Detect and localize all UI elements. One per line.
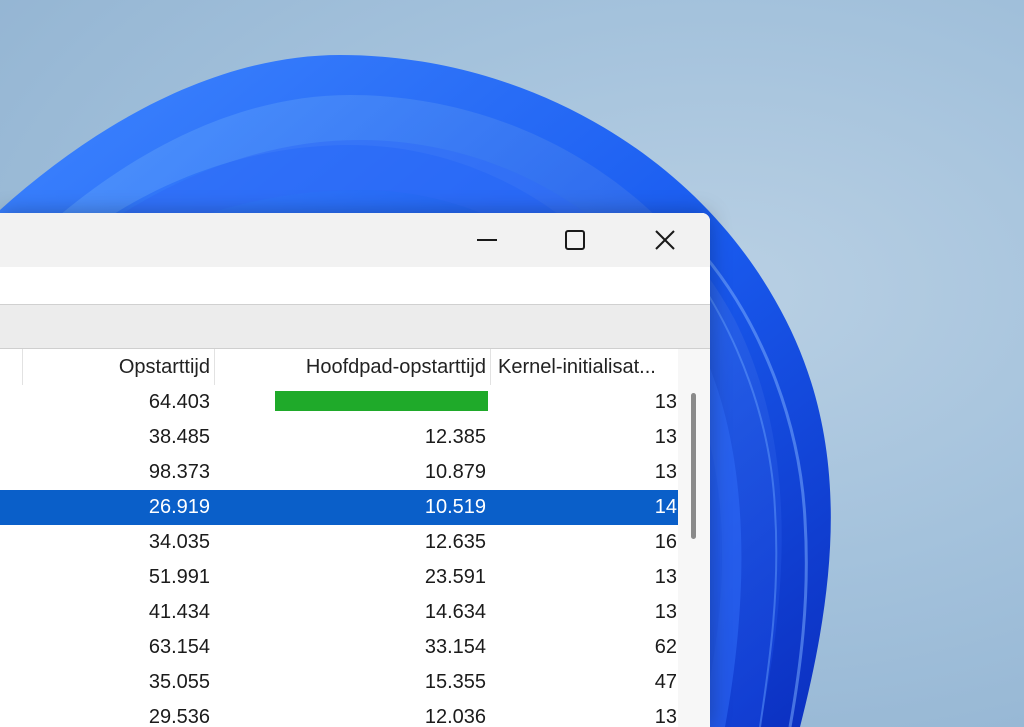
cell-opstarttijd: 38.485 xyxy=(148,426,210,448)
cell-opstarttijd: 29.536 xyxy=(148,706,210,727)
cell-kernel-initialisatie: 47 xyxy=(654,671,677,693)
cell-kernel-initialisatie: 62 xyxy=(654,636,677,658)
cell-hoofdpad-opstarttijd: 12.036 xyxy=(424,706,486,727)
table-row[interactable]: 41.434 14.634 13 xyxy=(0,595,678,630)
table-row[interactable]: 38.485 12.385 13 xyxy=(0,420,678,455)
cell-opstarttijd: 64.403 xyxy=(148,391,210,413)
cell-hoofdpad-opstarttijd: 10.879 xyxy=(424,461,486,483)
close-button[interactable] xyxy=(620,213,710,267)
cell-kernel-initialisatie: 13 xyxy=(654,461,677,483)
cell-hoofdpad-opstarttijd: 10.519 xyxy=(424,496,486,518)
data-grid: Opstarttijd Hoofdpad-opstarttijd Kernel-… xyxy=(0,349,678,727)
cell-hoofdpad-opstarttijd: 12.385 xyxy=(424,426,486,448)
vertical-scrollbar[interactable] xyxy=(678,349,710,727)
scrollbar-thumb[interactable] xyxy=(691,393,696,539)
cell-hoofdpad-opstarttijd: 14.634 xyxy=(424,601,486,623)
cell-kernel-initialisatie: 13 xyxy=(654,566,677,588)
maximize-button[interactable] xyxy=(530,213,620,267)
cell-opstarttijd: 26.919 xyxy=(148,496,210,518)
cell-kernel-initialisatie: 13 xyxy=(654,391,677,413)
cell-kernel-initialisatie: 13 xyxy=(654,706,677,727)
table-row[interactable]: 35.055 15.355 47 xyxy=(0,665,678,700)
column-header-hoofdpad-opstarttijd[interactable]: Hoofdpad-opstarttijd xyxy=(215,349,486,385)
maximize-icon xyxy=(565,230,585,250)
minimize-button[interactable] xyxy=(442,213,532,267)
address-bar[interactable] xyxy=(0,267,710,305)
toolbar xyxy=(0,305,710,349)
column-header-kernel-initialisatie[interactable]: Kernel-initialisat... xyxy=(491,349,677,385)
cell-kernel-initialisatie: 14 xyxy=(654,496,677,518)
minimize-icon xyxy=(477,239,497,241)
table-row[interactable]: 51.991 23.591 13 xyxy=(0,560,678,595)
table-header: Opstarttijd Hoofdpad-opstarttijd Kernel-… xyxy=(0,349,678,385)
app-window: Opstarttijd Hoofdpad-opstarttijd Kernel-… xyxy=(0,213,710,727)
cell-opstarttijd: 41.434 xyxy=(148,601,210,623)
cell-kernel-initialisatie: 16 xyxy=(654,531,677,553)
cell-kernel-initialisatie: 13 xyxy=(654,426,677,448)
cell-opstarttijd: 34.035 xyxy=(148,531,210,553)
column-header-opstarttijd[interactable]: Opstarttijd xyxy=(0,349,210,385)
cell-opstarttijd: 51.991 xyxy=(148,566,210,588)
cell-opstarttijd: 63.154 xyxy=(148,636,210,658)
close-icon xyxy=(655,230,675,250)
cell-kernel-initialisatie: 13 xyxy=(654,601,677,623)
table-row[interactable]: 29.536 12.036 13 xyxy=(0,700,678,727)
cell-hoofdpad-opstarttijd: 23.591 xyxy=(424,566,486,588)
cell-hoofdpad-opstarttijd: 12.635 xyxy=(424,531,486,553)
cell-hoofdpad-opstarttijd: 33.154 xyxy=(424,636,486,658)
table-row-selected[interactable]: 26.919 10.519 14 xyxy=(0,490,678,525)
redaction-highlight xyxy=(275,391,488,411)
cell-hoofdpad-opstarttijd: 15.355 xyxy=(424,671,486,693)
table-row[interactable]: 98.373 10.879 13 xyxy=(0,455,678,490)
cell-opstarttijd: 98.373 xyxy=(148,461,210,483)
table-row[interactable]: 63.154 33.154 62 xyxy=(0,630,678,665)
title-bar[interactable] xyxy=(0,213,710,267)
table-row[interactable]: 34.035 12.635 16 xyxy=(0,525,678,560)
cell-opstarttijd: 35.055 xyxy=(148,671,210,693)
